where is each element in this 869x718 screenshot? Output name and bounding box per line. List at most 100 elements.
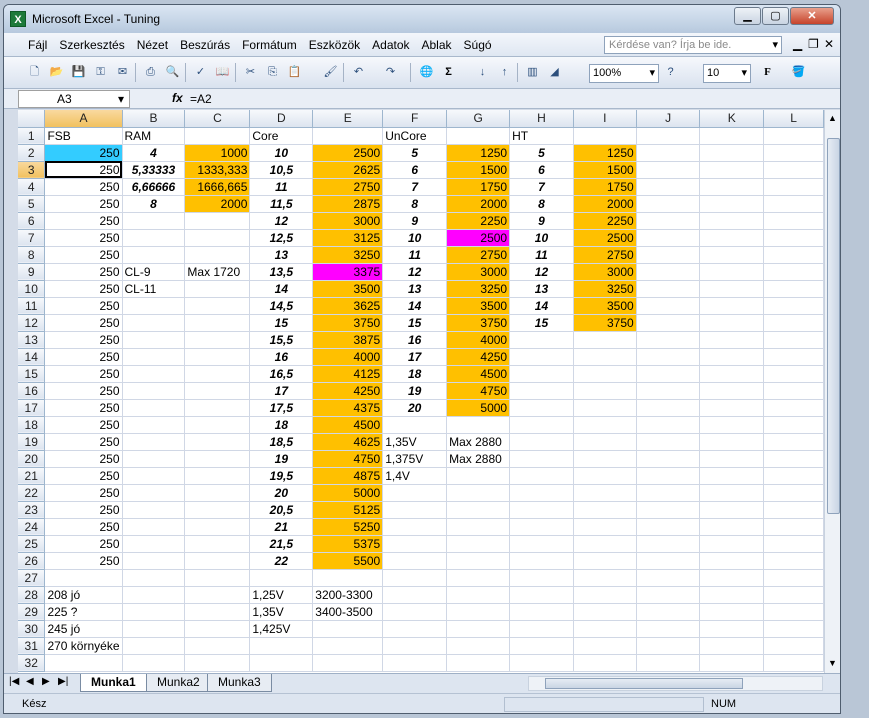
cell-l11[interactable] — [763, 297, 824, 315]
cell-i5[interactable]: 2000 — [573, 195, 637, 213]
cell-b8[interactable] — [122, 246, 186, 264]
cell-c28[interactable] — [184, 586, 251, 604]
cell-d18[interactable]: 18 — [249, 416, 314, 434]
formula-input[interactable]: =A2 — [190, 92, 212, 106]
cell-e27[interactable] — [312, 569, 384, 587]
cell-g14[interactable]: 4250 — [446, 348, 511, 366]
cell-l14[interactable] — [763, 348, 824, 366]
cell-b31[interactable] — [122, 637, 186, 655]
prev-sheet-icon[interactable]: ◀ — [26, 676, 34, 687]
cell-d15[interactable]: 16,5 — [249, 365, 314, 383]
cell-b7[interactable] — [122, 229, 186, 247]
menu-view[interactable]: Nézet — [131, 38, 174, 52]
row-header[interactable]: 28 — [18, 586, 46, 604]
cell-c30[interactable] — [184, 620, 251, 638]
cell-c7[interactable] — [184, 229, 251, 247]
cell-l9[interactable] — [763, 263, 824, 281]
cell-f2[interactable]: 5 — [382, 144, 448, 162]
cell-i16[interactable] — [573, 382, 637, 400]
new-icon[interactable]: 🗋 — [26, 64, 43, 81]
cell-e21[interactable]: 4875 — [312, 467, 384, 485]
cell-d17[interactable]: 17,5 — [249, 399, 314, 417]
row-header[interactable]: 30 — [18, 620, 46, 638]
cell-l10[interactable] — [763, 280, 824, 298]
row-header[interactable]: 20 — [18, 450, 46, 468]
cell-g21[interactable] — [446, 467, 511, 485]
row-header[interactable]: 26 — [18, 552, 46, 570]
column-header-a[interactable]: A — [44, 110, 123, 128]
cell-f22[interactable] — [382, 484, 448, 502]
menu-window[interactable]: Ablak — [416, 38, 458, 52]
row-header[interactable]: 1 — [18, 127, 46, 145]
cell-i21[interactable] — [573, 467, 637, 485]
cell-a13[interactable]: 250 — [44, 331, 123, 349]
cell-d20[interactable]: 19 — [249, 450, 314, 468]
row-header[interactable]: 21 — [18, 467, 46, 485]
cell-h24[interactable] — [509, 518, 574, 536]
cell-b22[interactable] — [122, 484, 186, 502]
cell-d13[interactable]: 15,5 — [249, 331, 314, 349]
cell-j30[interactable] — [636, 620, 701, 638]
cell-a17[interactable]: 250 — [44, 399, 123, 417]
cell-a22[interactable]: 250 — [44, 484, 123, 502]
cell-l2[interactable] — [763, 144, 824, 162]
minimize-button[interactable]: ▁ — [734, 7, 761, 25]
cell-i13[interactable] — [573, 331, 637, 349]
cell-e31[interactable] — [312, 637, 384, 655]
cell-e13[interactable]: 3875 — [312, 331, 384, 349]
cell-b5[interactable]: 8 — [122, 195, 186, 213]
cell-j9[interactable] — [636, 263, 701, 281]
cell-k21[interactable] — [699, 467, 765, 485]
cell-j13[interactable] — [636, 331, 701, 349]
cell-a19[interactable]: 250 — [44, 433, 123, 451]
cell-e11[interactable]: 3625 — [312, 297, 384, 315]
cell-k24[interactable] — [699, 518, 765, 536]
cell-h28[interactable] — [509, 586, 574, 604]
cell-e2[interactable]: 2500 — [312, 144, 384, 162]
cell-c10[interactable] — [184, 280, 251, 298]
cell-c32[interactable] — [184, 654, 251, 672]
cell-h8[interactable]: 11 — [509, 246, 574, 264]
cell-f19[interactable]: 1,35V — [382, 433, 448, 451]
column-header-d[interactable]: D — [249, 110, 314, 128]
cell-l5[interactable] — [763, 195, 824, 213]
cell-d23[interactable]: 20,5 — [249, 501, 314, 519]
first-sheet-icon[interactable]: |◀ — [9, 676, 19, 687]
cell-e20[interactable]: 4750 — [312, 450, 384, 468]
cell-g27[interactable] — [446, 569, 511, 587]
cell-a25[interactable]: 250 — [44, 535, 123, 553]
sheet-tab-munka3[interactable]: Munka3 — [207, 674, 272, 692]
cell-h27[interactable] — [509, 569, 574, 587]
cell-d14[interactable]: 16 — [249, 348, 314, 366]
cell-a28[interactable]: 208 jó — [44, 586, 123, 604]
row-header[interactable]: 15 — [18, 365, 46, 383]
cell-g3[interactable]: 1500 — [446, 161, 511, 179]
cell-g13[interactable]: 4000 — [446, 331, 511, 349]
cell-e17[interactable]: 4375 — [312, 399, 384, 417]
cell-g11[interactable]: 3500 — [446, 297, 511, 315]
print-preview-icon[interactable]: 🔍 — [164, 64, 181, 81]
cell-d29[interactable]: 1,35V — [249, 603, 314, 621]
menu-file[interactable]: Fájl — [22, 38, 53, 52]
row-header[interactable]: 4 — [18, 178, 46, 196]
cell-i14[interactable] — [573, 348, 637, 366]
cell-g1[interactable] — [446, 127, 511, 145]
cell-j23[interactable] — [636, 501, 701, 519]
cell-f21[interactable]: 1,4V — [382, 467, 448, 485]
cell-g32[interactable] — [446, 654, 511, 672]
cell-j4[interactable] — [636, 178, 701, 196]
cell-h18[interactable] — [509, 416, 574, 434]
copy-icon[interactable]: ⎘ — [264, 64, 281, 81]
cell-k32[interactable] — [699, 654, 765, 672]
cell-k22[interactable] — [699, 484, 765, 502]
cell-g15[interactable]: 4500 — [446, 365, 511, 383]
cell-d8[interactable]: 13 — [249, 246, 314, 264]
cell-j31[interactable] — [636, 637, 701, 655]
cell-k23[interactable] — [699, 501, 765, 519]
cell-h5[interactable]: 8 — [509, 195, 574, 213]
cell-b28[interactable] — [122, 586, 186, 604]
cell-l16[interactable] — [763, 382, 824, 400]
cell-k29[interactable] — [699, 603, 765, 621]
cell-f15[interactable]: 18 — [382, 365, 448, 383]
cell-e10[interactable]: 3500 — [312, 280, 384, 298]
